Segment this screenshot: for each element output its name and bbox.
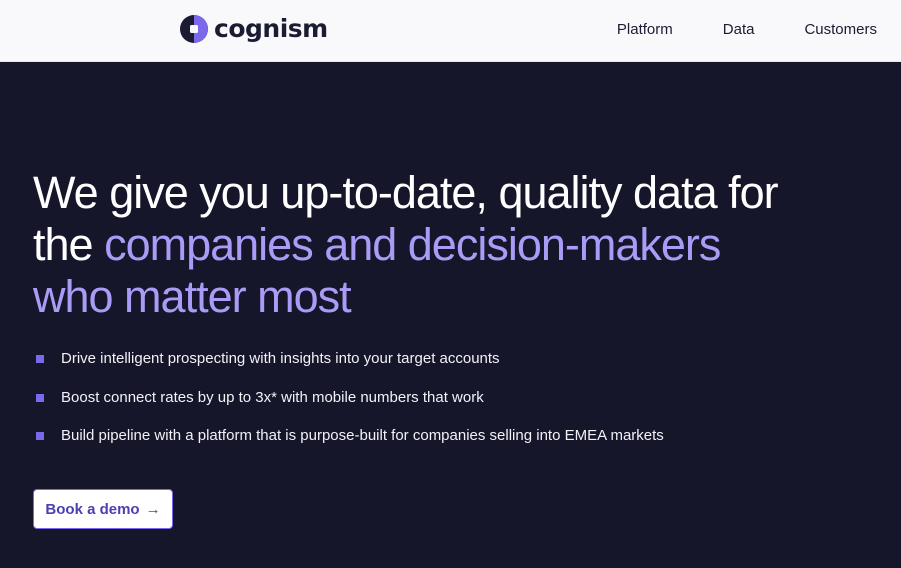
bullet-square-icon: [36, 432, 44, 440]
nav-item-customers[interactable]: Customers: [804, 20, 877, 40]
list-item: Boost connect rates by up to 3x* with mo…: [36, 388, 664, 408]
book-demo-label: Book a demo: [45, 500, 140, 518]
list-item: Drive intelligent prospecting with insig…: [36, 349, 664, 369]
brand-name: cognism: [214, 14, 328, 43]
list-item: Build pipeline with a platform that is p…: [36, 426, 664, 446]
nav-item-data[interactable]: Data: [723, 20, 755, 40]
cognism-logo[interactable]: cognism: [180, 14, 328, 44]
headline-accent-text: companies and decision-makers who matter…: [33, 219, 721, 322]
book-demo-button[interactable]: Book a demo →: [33, 489, 173, 529]
bullet-text: Build pipeline with a platform that is p…: [61, 427, 664, 444]
hero-section: We give you up-to-date, quality data for…: [0, 63, 901, 568]
bullet-square-icon: [36, 355, 44, 363]
benefit-list: Drive intelligent prospecting with insig…: [36, 349, 664, 465]
main-nav: Platform Data Customers: [617, 20, 877, 40]
nav-item-platform[interactable]: Platform: [617, 20, 673, 40]
bullet-text: Drive intelligent prospecting with insig…: [61, 350, 500, 367]
top-navigation-bar: cognism Platform Data Customers: [0, 0, 901, 62]
cognism-logo-icon: [180, 15, 208, 43]
bullet-text: Boost connect rates by up to 3x* with mo…: [61, 388, 484, 406]
arrow-right-icon: →: [145, 500, 161, 518]
bullet-square-icon: [36, 393, 44, 402]
hero-headline: We give you up-to-date, quality data for…: [33, 167, 793, 323]
